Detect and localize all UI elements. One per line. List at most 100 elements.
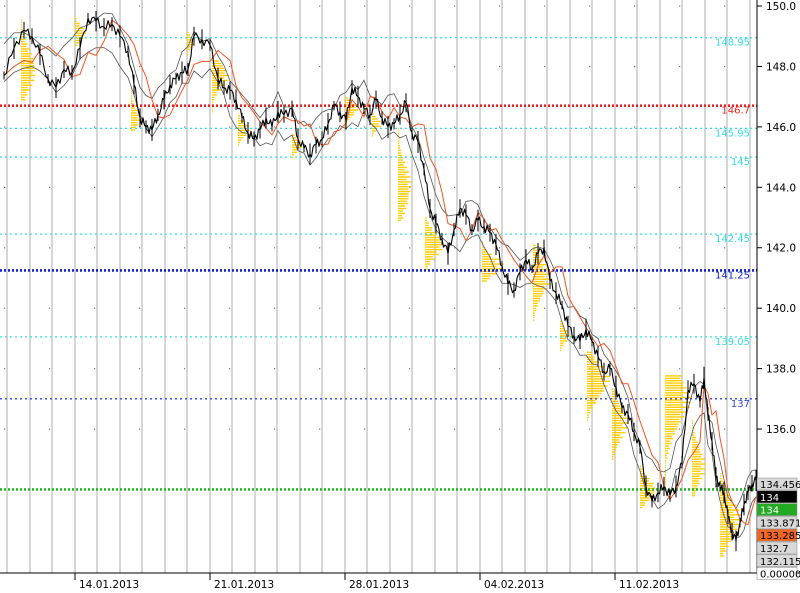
grid-dot [724,368,726,370]
price-label: 134 [760,506,779,517]
grid-dot [589,5,591,7]
grid-dot [229,126,231,128]
price-label: 0.00000 [760,570,800,581]
x-tick-label: 14.01.2013 [79,579,139,591]
grid-dot [679,186,681,189]
grid-dot [94,368,96,370]
grid-dot [139,307,141,309]
grid-dot [364,247,366,249]
grid-dot [499,368,501,370]
grid-dot [229,428,231,430]
grid-dot [679,368,681,370]
grid-dot [724,247,726,249]
grid-dot [589,307,591,309]
upper-band [3,12,757,510]
grid-dot [139,5,141,7]
price-chart: 148.95 146.7 145.95 145 142.45 141.25 139.05 13… [0,0,800,591]
price-label: 133.285 [760,531,800,542]
grid-dot [634,368,636,370]
grid-dot [49,307,51,309]
grid-dot [364,65,366,68]
grid-dot [49,428,51,430]
grid-dot [274,186,276,189]
grid-dot [499,65,501,68]
grid-dot [409,5,411,7]
grid [4,0,751,573]
grid-dot [589,428,591,430]
price-series [3,10,757,552]
grid-dot [634,5,636,7]
grid-dot [274,368,276,370]
price-label: 133.871 [760,518,800,529]
price-label: 132.7 [760,544,789,555]
grid-dot [49,65,51,68]
y-tick-label: 146.0 [766,122,796,134]
grid-dot [319,307,321,309]
grid-dot [229,65,231,68]
level-label: 141.25 [715,270,750,281]
y-tick-label: 136.0 [766,424,796,436]
grid-dot [4,368,6,370]
grid-dot [409,368,411,370]
grid-dot [94,307,96,309]
grid-dot [319,368,321,370]
y-tick-label: 150.0 [766,1,796,13]
grid-dot [454,5,456,7]
grid-dot [679,126,681,128]
grid-dot [499,428,501,430]
grid-dot [94,186,96,189]
grid-dot [679,247,681,249]
grid-dot [724,428,726,430]
grid-dot [499,186,501,189]
grid-dot [589,186,591,189]
grid-dot [589,247,591,249]
grid-dot [544,307,546,309]
grid-dot [229,368,231,370]
grid-dot [184,368,186,370]
market-profile [692,419,706,497]
grid-dot [4,5,6,7]
price-label: 134 [760,493,779,504]
grid-dot [634,65,636,68]
grid-dot [184,186,186,189]
y-tick-label: 142.0 [766,243,796,255]
grid-dot [454,186,456,189]
grid-dot [544,65,546,68]
level-label: 148.95 [715,38,750,49]
envelope-bands [3,12,757,539]
grid-dot [589,126,591,128]
y-tick-label: 138.0 [766,364,796,376]
market-profile [372,113,382,137]
grid-dot [4,428,6,430]
market-profile [187,31,194,56]
grid-dot [409,65,411,68]
x-tick-label: 04.02.2013 [484,579,544,591]
grid-dot [49,368,51,370]
grid-dot [319,428,321,430]
grid-dot [319,65,321,68]
grid-dot [499,126,501,128]
market-profile [75,15,87,46]
grid-dot [364,368,366,370]
level-label: 137 [731,399,750,410]
grid-dot [184,247,186,249]
grid-dot [364,428,366,430]
grid-dot [184,126,186,128]
grid-dot [274,307,276,309]
grid-dot [4,247,6,249]
grid-dot [139,186,141,189]
grid-dot [94,65,96,68]
price-labels: 134.456134134133.871133.285132.7132.1150… [756,477,800,581]
grid-dot [679,65,681,68]
price-label: 134.456 [760,480,800,491]
x-tick-label: 11.02.2013 [619,579,679,591]
level-label: 146.7 [721,106,750,117]
grid-dot [724,307,726,309]
grid-dot [544,368,546,370]
grid-dot [274,428,276,430]
grid-dot [94,428,96,430]
grid-dot [319,126,321,128]
grid-dot [139,428,141,430]
grid-dot [274,65,276,68]
grid-dot [94,5,96,7]
